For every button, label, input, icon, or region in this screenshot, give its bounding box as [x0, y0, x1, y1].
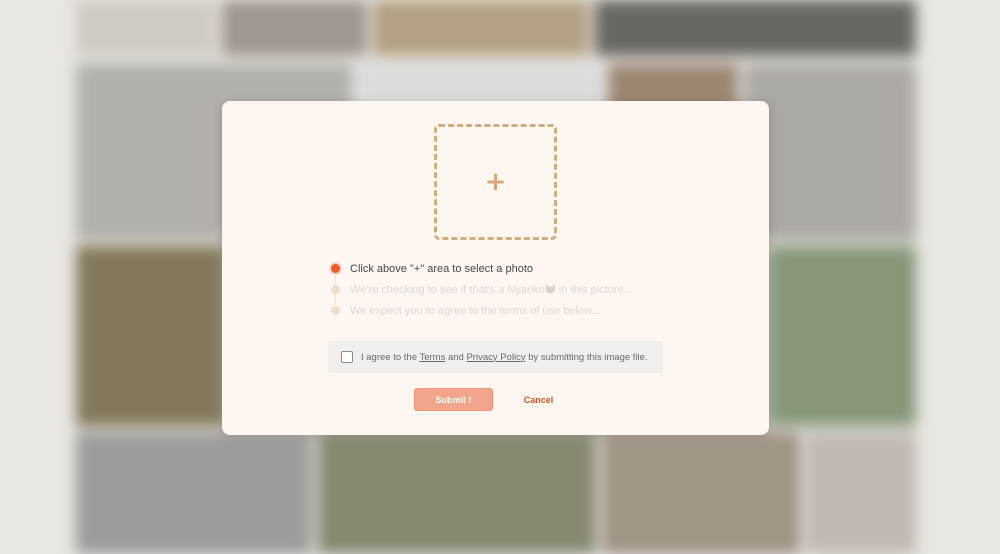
- photo-upload-area[interactable]: +: [434, 124, 557, 240]
- step-label: We're checking to see if that's a Nyanko…: [350, 283, 633, 296]
- terms-link[interactable]: Terms: [419, 352, 445, 363]
- upload-dialog: + Click above "+" area to select a photo…: [222, 101, 769, 435]
- step-agree-terms: We expect you to agree to the terms of u…: [328, 300, 668, 321]
- agree-checkbox[interactable]: [341, 351, 353, 363]
- agreement-text: I agree to the Terms and Privacy Policy …: [361, 351, 648, 363]
- step-indicator: [331, 306, 340, 315]
- progress-steps: Click above "+" area to select a photo W…: [328, 258, 668, 321]
- cancel-button[interactable]: Cancel: [516, 388, 561, 411]
- step-checking-nyanko: We're checking to see if that's a Nyanko…: [328, 279, 668, 300]
- step-label: We expect you to agree to the terms of u…: [350, 304, 601, 317]
- plus-icon: +: [484, 167, 507, 197]
- privacy-policy-link[interactable]: Privacy Policy: [466, 352, 525, 363]
- submit-button[interactable]: Submit !: [414, 388, 493, 411]
- step-label: Click above "+" area to select a photo: [350, 262, 533, 275]
- step-indicator: [331, 285, 340, 294]
- step-indicator-active: [331, 264, 340, 273]
- step-select-photo: Click above "+" area to select a photo: [328, 258, 668, 279]
- cat-icon: [545, 283, 555, 294]
- agreement-box: I agree to the Terms and Privacy Policy …: [328, 341, 663, 373]
